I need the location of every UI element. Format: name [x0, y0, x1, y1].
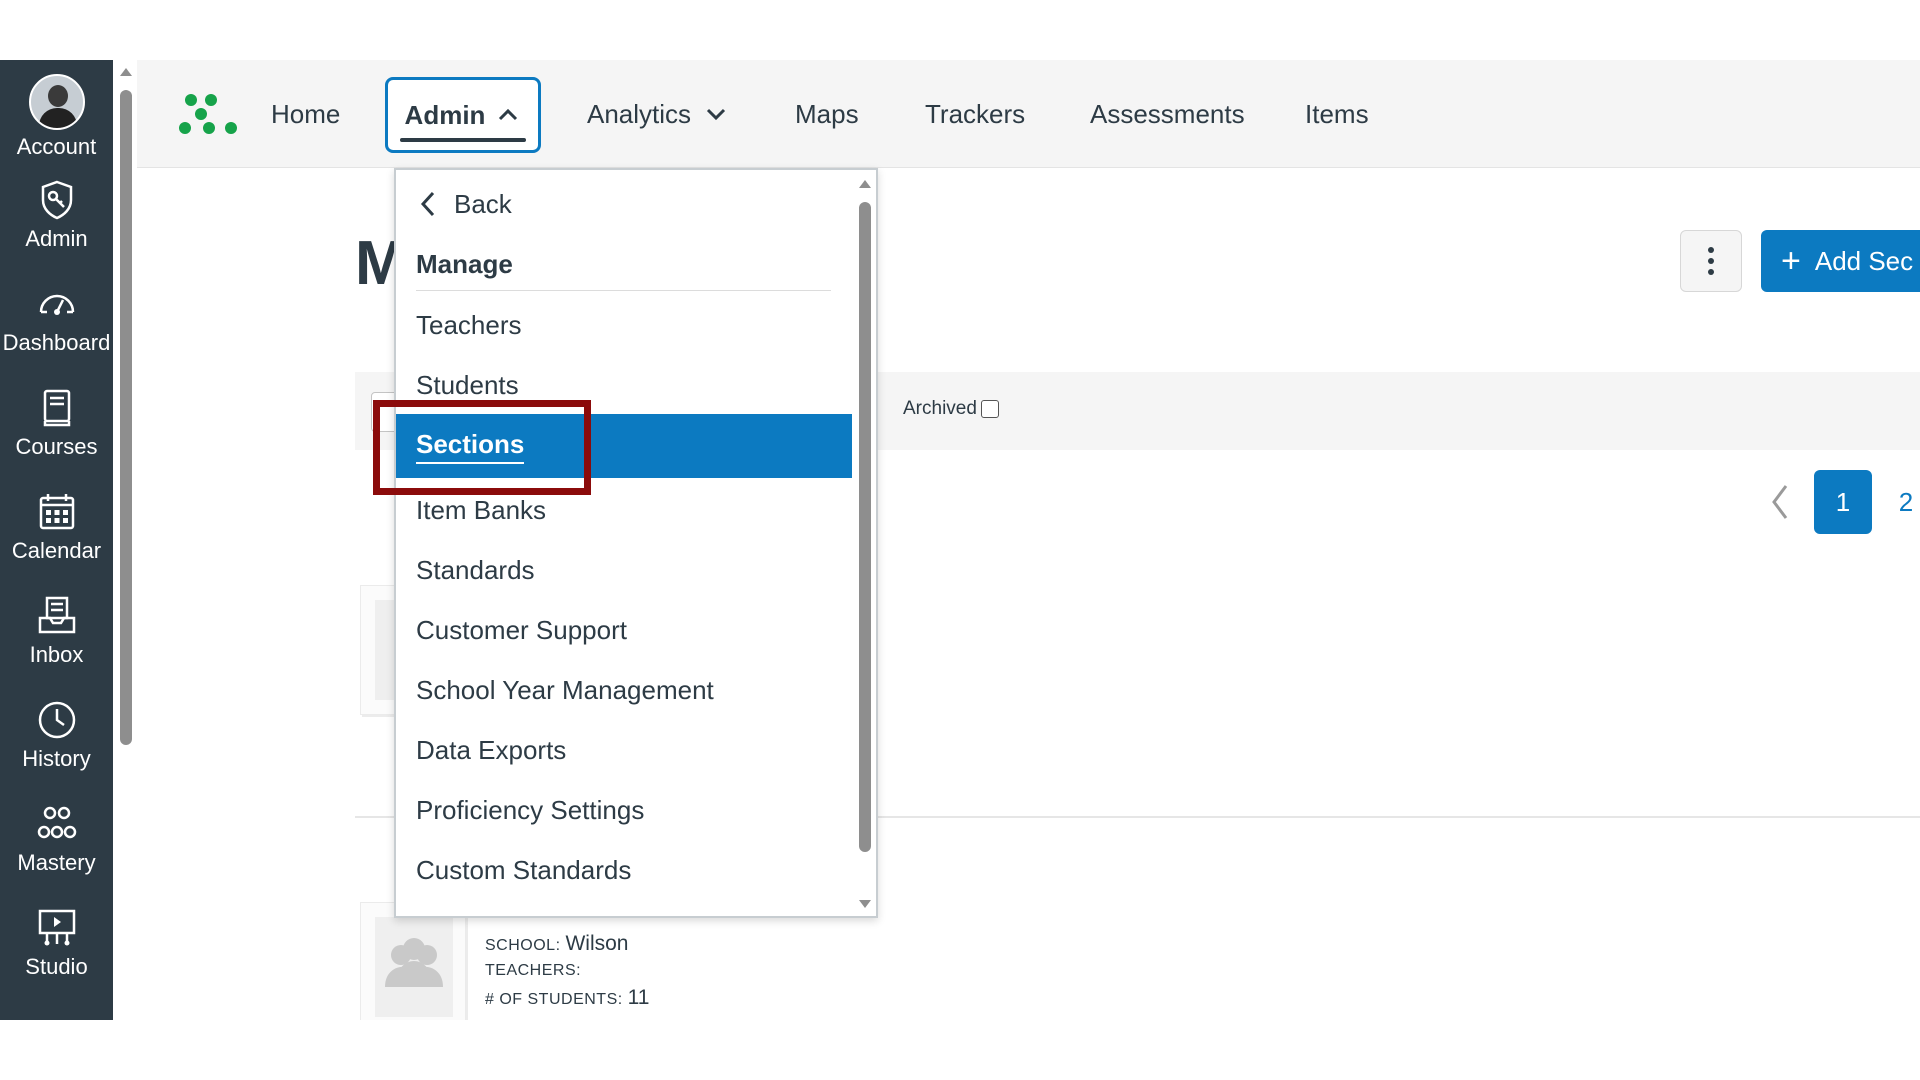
card-students-label: # OF STUDENTS: [485, 991, 623, 1008]
card-school-label: SCHOOL: [485, 937, 561, 954]
nav-mastery-label: Mastery [17, 850, 96, 875]
menu-item-sections-label: Sections [416, 429, 525, 464]
nav-inbox-label: Inbox [29, 642, 84, 667]
nav-assessments-link[interactable]: Assessments [1090, 60, 1245, 168]
chevron-left-icon [1772, 485, 1788, 519]
nav-home-link[interactable]: Home [271, 60, 340, 168]
inbox-icon [38, 596, 75, 634]
nav-dashboard[interactable]: Dashboard [0, 268, 113, 372]
archived-checkbox[interactable] [980, 400, 999, 418]
card-school: SCHOOL: Wilson [485, 932, 628, 956]
nav-admin[interactable]: Admin [0, 164, 113, 268]
menu-item-item-banks[interactable]: Item Banks [396, 480, 852, 540]
nav-analytics-link[interactable]: Analytics [587, 60, 729, 168]
nav-studio[interactable]: Studio [0, 892, 113, 996]
scroll-up-arrow-icon[interactable] [120, 68, 132, 76]
nav-history-label: History [22, 746, 91, 771]
add-section-label: Add Sec [1814, 245, 1914, 276]
global-nav: Account Admin Dashboard Courses Calendar… [0, 60, 113, 1020]
studio-presentation-icon [38, 909, 75, 946]
menu-back-label: Back [454, 188, 512, 219]
nav-studio-label: Studio [25, 954, 88, 979]
page-scrollbar[interactable] [115, 60, 137, 1020]
nav-calendar[interactable]: Calendar [0, 476, 113, 580]
menu-item-teachers[interactable]: Teachers [396, 295, 852, 355]
menu-item-proficiency-settings[interactable]: Proficiency Settings [396, 780, 852, 840]
add-section-button[interactable]: + Add Sec [1761, 230, 1920, 292]
user-avatar [28, 74, 85, 130]
clock-icon [38, 701, 75, 739]
menu-item-custom-standards[interactable]: Custom Standards [396, 840, 852, 900]
kebab-dot-icon [1708, 269, 1714, 275]
nav-admin-tab-label: Admin [404, 99, 486, 130]
menu-item-sections[interactable]: Sections [396, 414, 852, 478]
menu-divider [416, 290, 831, 291]
nav-courses[interactable]: Courses [0, 372, 113, 476]
menu-item-standards[interactable]: Standards [396, 540, 852, 600]
scroll-up-arrow-icon[interactable] [859, 180, 871, 188]
nav-history[interactable]: History [0, 684, 113, 788]
previous-page-button[interactable] [1760, 470, 1800, 534]
scrollbar-thumb[interactable] [120, 90, 132, 745]
app-logo[interactable] [177, 92, 241, 138]
nav-account-label: Account [16, 134, 97, 159]
chevron-down-icon [706, 108, 726, 121]
menu-scrollbar-thumb[interactable] [859, 202, 871, 852]
card-school-value: Wilson [565, 932, 629, 955]
group-users-icon [385, 938, 443, 987]
card-students-value: 11 [627, 986, 650, 1009]
active-tab-underline [400, 138, 526, 142]
nav-admin-label: Admin [25, 226, 88, 251]
nav-inbox[interactable]: Inbox [0, 580, 113, 684]
nav-calendar-label: Calendar [11, 538, 102, 563]
shield-key-icon [41, 180, 72, 220]
card-teachers: TEACHERS: [485, 962, 581, 980]
plus-icon: + [1781, 242, 1801, 280]
chevron-left-icon [420, 191, 435, 217]
kebab-dot-icon [1708, 247, 1714, 253]
more-options-button[interactable] [1680, 230, 1742, 292]
admin-dropdown-menu: Back Manage Teachers Students Sections I… [394, 168, 878, 918]
nav-dashboard-label: Dashboard [2, 330, 111, 355]
top-navigation: Home Admin Analytics Maps Trackers Asses… [137, 60, 1920, 168]
page-2-button[interactable]: 2 [1886, 470, 1920, 534]
chevron-up-icon [499, 108, 518, 121]
menu-item-data-exports[interactable]: Data Exports [396, 720, 852, 780]
pagination: 1 2 [1760, 470, 1920, 534]
menu-scrollbar[interactable] [854, 176, 876, 912]
nav-admin-tab[interactable]: Admin [385, 77, 541, 153]
nav-analytics-label: Analytics [587, 98, 692, 129]
calendar-icon [39, 494, 74, 530]
app-frame: Account Admin Dashboard Courses Calendar… [0, 60, 1920, 1020]
nav-trackers-link[interactable]: Trackers [925, 60, 1025, 168]
card-students: # OF STUDENTS: 11 [485, 986, 649, 1010]
mastery-nodes-icon [37, 806, 76, 839]
menu-item-customer-support[interactable]: Customer Support [396, 600, 852, 660]
kebab-dot-icon [1708, 258, 1714, 264]
archived-label: Archived [903, 398, 977, 419]
nav-courses-label: Courses [15, 434, 98, 459]
menu-item-students[interactable]: Students [396, 355, 852, 415]
page-1-button[interactable]: 1 [1814, 470, 1872, 534]
speedometer-icon [39, 294, 74, 315]
archived-filter[interactable]: Archived [903, 398, 999, 420]
section-card-image[interactable] [360, 902, 466, 1020]
nav-mastery[interactable]: Mastery [0, 788, 113, 892]
book-icon [43, 389, 70, 427]
menu-heading-manage: Manage [416, 248, 513, 279]
nav-items-link[interactable]: Items [1305, 60, 1369, 168]
nav-maps-link[interactable]: Maps [795, 60, 859, 168]
card-teachers-label: TEACHERS: [485, 962, 582, 979]
menu-back-button[interactable]: Back [396, 174, 852, 234]
scroll-down-arrow-icon[interactable] [859, 900, 871, 908]
menu-item-school-year-management[interactable]: School Year Management [396, 660, 852, 720]
nav-account[interactable]: Account [0, 60, 113, 164]
